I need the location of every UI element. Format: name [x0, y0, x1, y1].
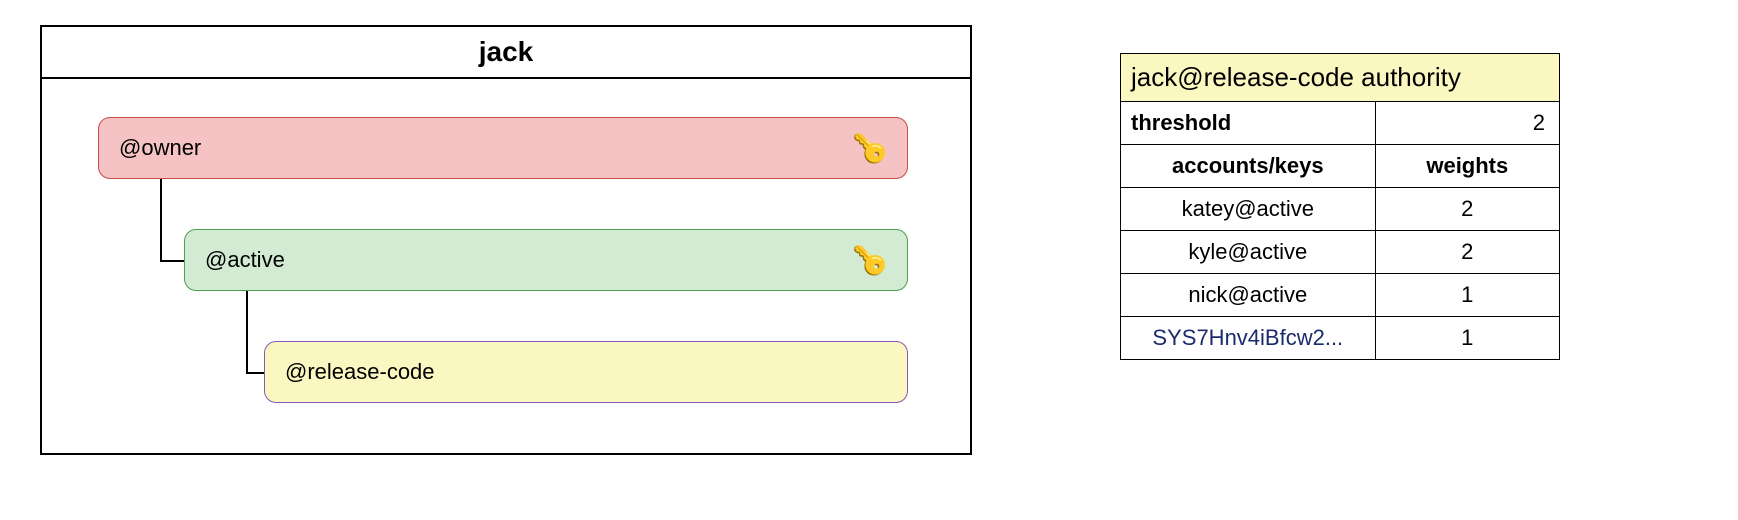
table-row: SYS7Hnv4iBfcw2... 1	[1121, 317, 1560, 360]
account-cell-key: SYS7Hnv4iBfcw2...	[1121, 317, 1376, 360]
account-cell: nick@active	[1121, 274, 1376, 317]
permission-label: @release-code	[285, 359, 435, 385]
permission-label: @owner	[119, 135, 201, 161]
weight-cell: 2	[1375, 188, 1559, 231]
weights-header: weights	[1375, 145, 1559, 188]
table-row: kyle@active 2	[1121, 231, 1560, 274]
threshold-label: threshold	[1121, 102, 1376, 145]
weight-cell: 2	[1375, 231, 1559, 274]
account-cell: katey@active	[1121, 188, 1376, 231]
account-name: jack	[42, 27, 970, 79]
weight-cell: 1	[1375, 274, 1559, 317]
authority-title-row: jack@release-code authority	[1121, 54, 1560, 102]
weight-cell: 1	[1375, 317, 1559, 360]
key-icon: 🔑	[853, 243, 886, 278]
permission-active: @active 🔑	[184, 229, 908, 291]
authority-table: jack@release-code authority threshold 2 …	[1120, 53, 1560, 360]
permission-release-code: @release-code	[264, 341, 908, 403]
account-box: jack @owner 🔑 @active 🔑 @release-code	[40, 25, 972, 455]
permission-owner: @owner 🔑	[98, 117, 908, 179]
table-row: nick@active 1	[1121, 274, 1560, 317]
tree-connector	[246, 372, 264, 374]
diagram-canvas: jack @owner 🔑 @active 🔑 @release-code	[0, 0, 1738, 520]
account-cell: kyle@active	[1121, 231, 1376, 274]
authority-title: jack@release-code authority	[1121, 54, 1560, 102]
tree-connector	[160, 179, 162, 260]
permission-tree: @owner 🔑 @active 🔑 @release-code	[42, 79, 970, 453]
accounts-header: accounts/keys	[1121, 145, 1376, 188]
threshold-row: threshold 2	[1121, 102, 1560, 145]
tree-connector	[160, 260, 184, 262]
key-icon: 🔑	[853, 131, 886, 166]
permission-label: @active	[205, 247, 285, 273]
authority-header-row: accounts/keys weights	[1121, 145, 1560, 188]
tree-connector	[246, 291, 248, 372]
threshold-value: 2	[1375, 102, 1559, 145]
table-row: katey@active 2	[1121, 188, 1560, 231]
